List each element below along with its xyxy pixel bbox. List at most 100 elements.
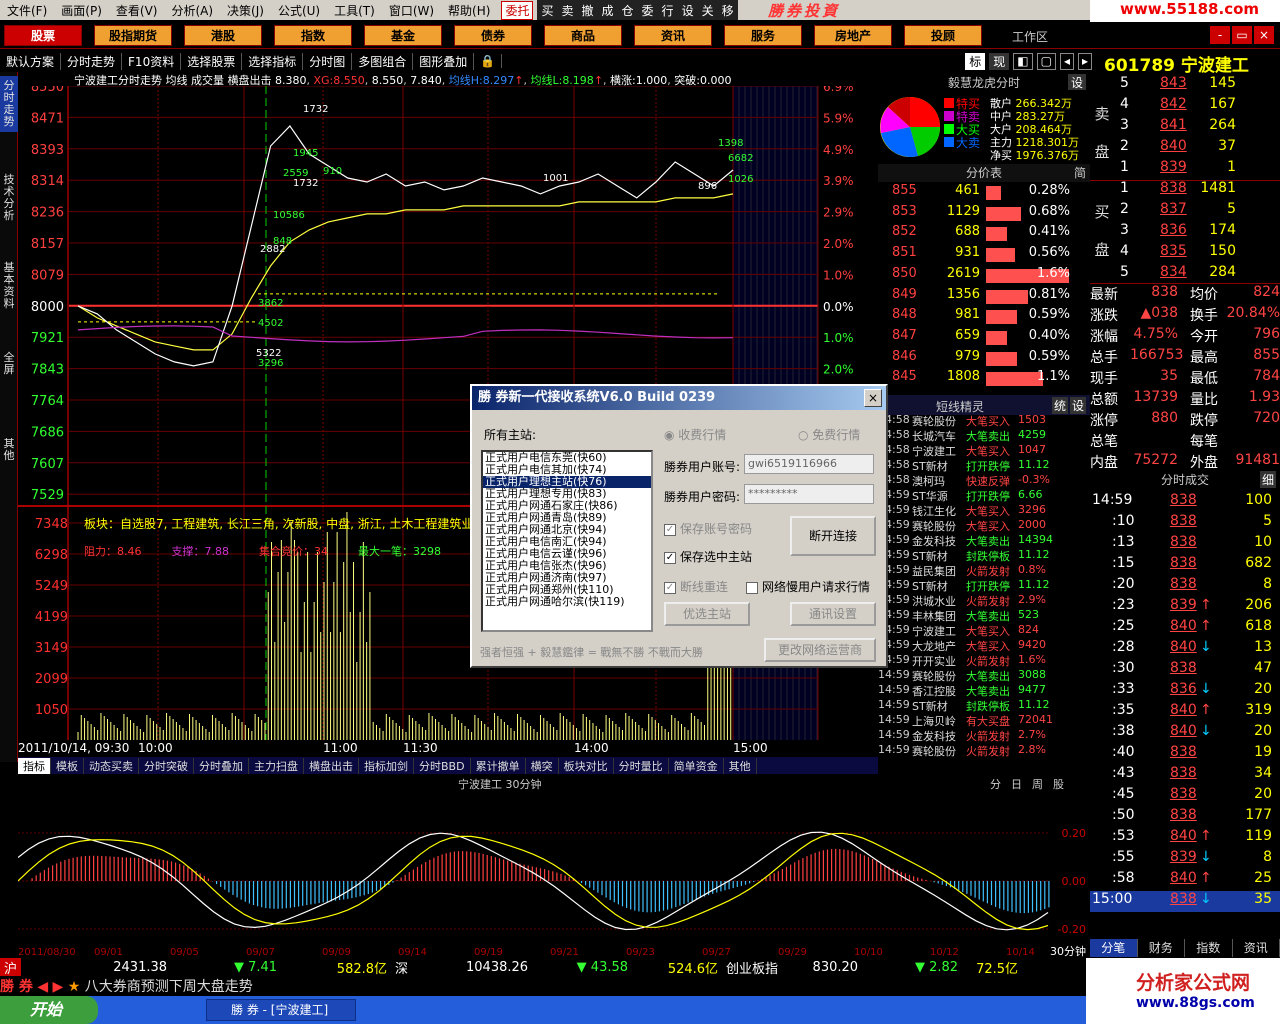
- trade-tool-8[interactable]: 关: [698, 2, 718, 19]
- chart-tab-6[interactable]: 横盘出击: [304, 757, 359, 774]
- trade-tool-3[interactable]: 成: [598, 2, 618, 19]
- bottom-tab-2[interactable]: 指数: [1185, 939, 1233, 957]
- chart-tab-14[interactable]: 其他: [724, 757, 757, 774]
- toolbar-1[interactable]: 分时走势: [61, 52, 123, 70]
- short-row[interactable]: 14:59 赛轮股份 火箭发射 2.8%: [878, 743, 1090, 758]
- short-row[interactable]: 14:59 赛轮股份 大笔卖出 3088: [878, 668, 1090, 683]
- toolbar-0[interactable]: 默认方案: [0, 52, 62, 70]
- short-row[interactable]: 14:58 长城汽车 大笔卖出 4259: [878, 428, 1090, 443]
- nav-5[interactable]: 债券: [454, 25, 532, 46]
- side-tab-0[interactable]: 分时走势: [0, 76, 18, 132]
- short-settings-button[interactable]: 设: [1069, 397, 1086, 414]
- radio-free[interactable]: ○ 免费行情: [798, 426, 860, 443]
- macd-chart[interactable]: 0.20 0.00 -0.20: [18, 793, 1090, 943]
- nav-6[interactable]: 商品: [544, 25, 622, 46]
- bottom-tab-3[interactable]: 资讯: [1233, 939, 1280, 957]
- side-tab-4[interactable]: 其他: [0, 434, 18, 466]
- dialog-close-button[interactable]: ×: [864, 389, 882, 407]
- server-item[interactable]: 正式用户网通哈尔滨(快119): [483, 596, 651, 608]
- comm-settings-button[interactable]: 通讯设置: [790, 602, 876, 626]
- chart-tab-4[interactable]: 分时叠加: [194, 757, 249, 774]
- chart-tab-3[interactable]: 分时突破: [139, 757, 194, 774]
- short-row[interactable]: 14:59 ST新材 打开跌停 11.12: [878, 578, 1090, 593]
- toolbar-right-1[interactable]: 现: [989, 52, 1010, 70]
- short-row[interactable]: 14:59 宁波建工 大笔买入 824: [878, 623, 1090, 638]
- nav-8[interactable]: 服务: [724, 25, 802, 46]
- nav-7[interactable]: 资讯: [634, 25, 712, 46]
- sell-level[interactable]: 4 842 167: [1090, 96, 1280, 117]
- restore-icon[interactable]: ▭: [1232, 26, 1252, 44]
- short-row[interactable]: 14:59 大龙地产 大笔买入 9420: [878, 638, 1090, 653]
- toolbar-3[interactable]: 选择股票: [181, 52, 243, 70]
- chart-tab-8[interactable]: 分时BBD: [414, 757, 471, 774]
- side-tab-3[interactable]: 全屏: [0, 348, 18, 380]
- news-ticker[interactable]: 勝 券 ◀ ▶ ★ 八大券商预测下周大盘走势: [0, 976, 1090, 995]
- toolbar-5[interactable]: 分时图: [303, 52, 353, 70]
- toolbar-7[interactable]: 图形叠加: [413, 52, 475, 70]
- menu-item-3[interactable]: 分析(A): [164, 2, 220, 19]
- short-row[interactable]: 14:58 澳柯玛 快速反弹 -0.3%: [878, 473, 1090, 488]
- save-site-checkbox[interactable]: ✓ 保存选中主站: [664, 548, 752, 565]
- trade-tool-7[interactable]: 设: [678, 2, 698, 19]
- nav-2[interactable]: 港股: [184, 25, 262, 46]
- buy-level[interactable]: 3 836 174: [1090, 222, 1280, 243]
- nav-0[interactable]: 股票: [4, 25, 82, 46]
- trade-detail-button[interactable]: 细: [1259, 471, 1276, 488]
- short-row[interactable]: 14:58 赛轮股份 大笔买入 1503: [878, 413, 1090, 428]
- disconnect-button[interactable]: 断开连接: [790, 516, 876, 556]
- start-button[interactable]: 开始: [0, 996, 98, 1024]
- chart-tab-13[interactable]: 简单资金: [669, 757, 724, 774]
- toolbar-4[interactable]: 选择指标: [242, 52, 304, 70]
- short-row[interactable]: 14:59 赛轮股份 大笔买入 2000: [878, 518, 1090, 533]
- short-row[interactable]: 14:59 香江控股 大笔卖出 9477: [878, 683, 1090, 698]
- buy-level[interactable]: 2 837 5: [1090, 201, 1280, 222]
- nav-3[interactable]: 指数: [274, 25, 352, 46]
- short-row[interactable]: 14:59 ST新材 封跌停板 11.12: [878, 698, 1090, 713]
- nav-10[interactable]: 投顾: [904, 25, 982, 46]
- chart-tab-12[interactable]: 分时量比: [614, 757, 669, 774]
- dragon-settings-button[interactable]: 设: [1068, 74, 1086, 90]
- short-row[interactable]: 14:59 开开实业 火箭发射 1.6%: [878, 653, 1090, 668]
- account-input[interactable]: gwi6519116966: [744, 454, 874, 474]
- slow-request-checkbox[interactable]: 网络慢用户请求行情: [746, 578, 870, 595]
- trade-menu-button[interactable]: 委托: [501, 0, 534, 20]
- period-btn-1[interactable]: 日: [1011, 776, 1022, 792]
- nav-9[interactable]: 房地产: [814, 25, 892, 46]
- minimize-icon[interactable]: -: [1210, 26, 1230, 44]
- short-stat-button[interactable]: 统: [1051, 397, 1068, 414]
- best-server-button[interactable]: 优选主站: [664, 602, 750, 626]
- chart-tab-7[interactable]: 指标加剑: [359, 757, 414, 774]
- menu-item-0[interactable]: 文件(F): [0, 2, 54, 19]
- short-row[interactable]: 14:59 钱江生化 大笔买入 3296: [878, 503, 1090, 518]
- trade-tool-2[interactable]: 撤: [577, 2, 597, 19]
- short-row[interactable]: 14:58 宁波建工 大笔买入 1047: [878, 443, 1090, 458]
- server-list[interactable]: 正式用户电信东莞(快60) 正式用户电信其加(快74) 正式用户理想主站(快76) 正…: [481, 450, 653, 632]
- close-icon[interactable]: ×: [1254, 26, 1274, 44]
- layout-icon[interactable]: ◧: [1013, 52, 1033, 70]
- task-item[interactable]: 勝 券 - [宁波建工]: [206, 999, 356, 1021]
- short-row[interactable]: 14:59 金发科技 火箭发射 2.7%: [878, 728, 1090, 743]
- period-btn-3[interactable]: 股: [1053, 776, 1064, 792]
- chart-tab-0[interactable]: 指标: [18, 757, 51, 774]
- sell-level[interactable]: 2 840 37: [1090, 138, 1280, 159]
- short-row[interactable]: 14:59 丰林集团 大笔卖出 523: [878, 608, 1090, 623]
- menu-item-6[interactable]: 工具(T): [327, 2, 382, 19]
- chart-tab-5[interactable]: 主力扫盘: [249, 757, 304, 774]
- chart-tab-10[interactable]: 横突: [526, 757, 559, 774]
- menu-item-4[interactable]: 决策(J): [220, 2, 271, 19]
- short-row[interactable]: 14:59 ST华源 打开跌停 6.66: [878, 488, 1090, 503]
- toolbar-6[interactable]: 多图组合: [352, 52, 414, 70]
- period-btn-2[interactable]: 周: [1032, 776, 1043, 792]
- prev-icon[interactable]: ◂: [1059, 52, 1074, 70]
- period-btn-0[interactable]: 分: [990, 776, 1001, 792]
- short-row[interactable]: 14:59 益民集团 火箭发射 0.8%: [878, 563, 1090, 578]
- save-password-checkbox[interactable]: ✓ 保存账号密码: [664, 520, 752, 537]
- side-tab-1[interactable]: 技术分析: [0, 170, 18, 226]
- trade-tool-9[interactable]: 移: [718, 2, 738, 19]
- lock-icon[interactable]: 🔒: [474, 54, 503, 68]
- buy-level[interactable]: 5 834 284: [1090, 264, 1280, 285]
- toolbar-2[interactable]: F10资料: [122, 52, 182, 70]
- nav-4[interactable]: 基金: [364, 25, 442, 46]
- menu-item-1[interactable]: 画面(P): [54, 2, 109, 19]
- buy-level[interactable]: 1 838 1481: [1090, 180, 1280, 201]
